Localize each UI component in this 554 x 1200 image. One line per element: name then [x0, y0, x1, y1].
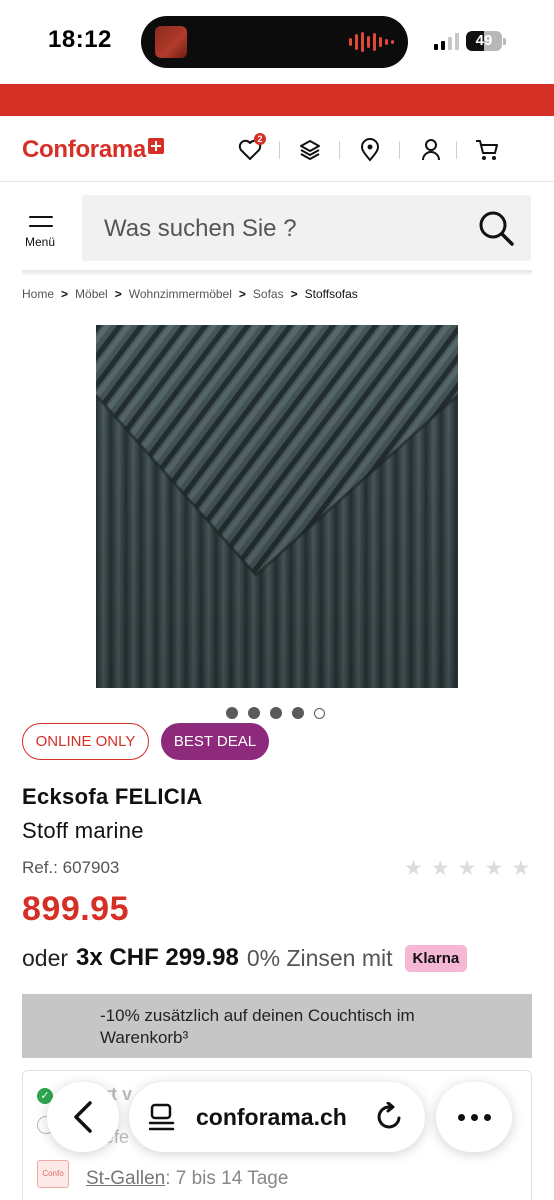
breadcrumb: Home > Möbel > Wohnzimmermöbel > Sofas > Sto… — [22, 287, 358, 301]
cart-icon — [476, 140, 498, 160]
now-playing-thumbnail — [155, 26, 187, 58]
cellular-signal-icon — [434, 32, 459, 50]
chevron-left-icon — [74, 1101, 92, 1133]
store-icon: Confo — [37, 1160, 69, 1188]
breadcrumb-item-sofas[interactable]: Sofas — [253, 287, 284, 301]
status-time: 18:12 — [48, 26, 112, 53]
url-text: conforama.ch — [196, 1104, 347, 1130]
carousel-dot[interactable] — [226, 707, 238, 719]
logo-text: Conforama — [22, 136, 146, 163]
page-menu-icon[interactable] — [149, 1103, 175, 1131]
store-delivery-time: : 7 bis 14 Tage — [165, 1168, 289, 1189]
battery-icon: 49 — [466, 31, 502, 51]
breadcrumb-item-home[interactable]: Home — [22, 287, 54, 301]
audio-wave-icon — [349, 32, 394, 52]
battery-cap — [503, 38, 506, 45]
chevron-right-icon: > — [114, 287, 122, 301]
star-icon: ★ — [404, 857, 423, 880]
swiss-cross-icon — [147, 138, 164, 154]
chevron-right-icon: > — [238, 287, 246, 301]
carousel-dot[interactable] — [248, 707, 260, 719]
back-button[interactable] — [47, 1082, 119, 1152]
rating-stars[interactable]: ★ ★ ★ ★ ★ — [404, 856, 530, 881]
top-banner — [0, 84, 554, 116]
search-placeholder: Was suchen Sie ? — [104, 215, 297, 242]
installment-amount: 3x CHF 299.98 — [76, 944, 239, 971]
divider — [22, 270, 532, 276]
divider — [279, 141, 280, 159]
best-deal-badge: BEST DEAL — [161, 723, 269, 760]
store-availability: St-Gallen: 7 bis 14 Tage — [86, 1168, 288, 1190]
menu-button[interactable]: Menü — [18, 208, 66, 254]
breadcrumb-item-wohnzimmermoebel[interactable]: Wohnzimmermöbel — [129, 287, 232, 301]
breadcrumb-item-stoffsofas: Stoffsofas — [304, 287, 358, 301]
promo-text: -10% zusätzlich auf deinen Couchtisch im… — [100, 1006, 415, 1047]
menu-label: Menü — [25, 235, 56, 249]
corduroy-fabric-image — [96, 325, 458, 688]
layers-icon — [300, 140, 320, 160]
account-button[interactable] — [417, 136, 445, 164]
breadcrumb-item-moebel[interactable]: Möbel — [75, 287, 108, 301]
star-icon: ★ — [457, 857, 477, 880]
location-pin-icon — [360, 138, 380, 162]
star-icon: ★ — [511, 857, 531, 880]
installment-suffix: 0% Zinsen mit — [246, 944, 393, 971]
installment-prefix: oder — [22, 944, 69, 971]
compare-button[interactable] — [296, 136, 324, 164]
dot — [483, 1113, 491, 1121]
conforama-logo[interactable]: Conforama — [22, 136, 164, 164]
status-bar: 18:12 49 — [0, 0, 554, 84]
product-subtitle: Stoff marine — [22, 818, 144, 843]
cart-button[interactable] — [473, 136, 501, 164]
star-icon: ★ — [484, 857, 504, 880]
dot — [470, 1113, 478, 1121]
search-input[interactable]: Was suchen Sie ? — [82, 195, 531, 261]
wishlist-count-badge: 2 — [254, 133, 266, 145]
divider — [456, 141, 457, 159]
klarna-logo[interactable]: Klarna — [404, 944, 468, 972]
dynamic-island[interactable] — [141, 16, 408, 68]
promo-banner[interactable]: -10% zusätzlich auf deinen Couchtisch im… — [22, 994, 532, 1058]
product-image[interactable] — [96, 325, 458, 688]
reload-icon[interactable] — [375, 1102, 405, 1132]
carousel-dot[interactable] — [270, 707, 282, 719]
store-name-link[interactable]: St-Gallen — [86, 1168, 165, 1189]
site-header: Conforama 2 — [0, 116, 554, 182]
carousel-dot[interactable] — [314, 707, 325, 719]
divider — [399, 141, 400, 159]
store-locator-button[interactable] — [356, 136, 384, 164]
hamburger-icon — [29, 216, 53, 234]
search-icon[interactable] — [477, 209, 515, 247]
divider — [339, 141, 340, 159]
installment-info: oder 3x CHF 299.98 0% Zinsen mit Klarna — [22, 944, 468, 972]
star-icon: ★ — [430, 857, 450, 880]
online-only-badge: ONLINE ONLY — [22, 723, 149, 760]
product-title: Ecksofa FELICIA — [22, 784, 203, 809]
chevron-right-icon: > — [61, 287, 69, 301]
carousel-indicators[interactable] — [226, 707, 325, 719]
product-reference: Ref.: 607903 — [22, 858, 120, 877]
address-bar[interactable]: conforama.ch — [129, 1082, 425, 1152]
battery-level: 49 — [475, 32, 493, 49]
carousel-dot[interactable] — [292, 707, 304, 719]
chevron-right-icon: > — [290, 287, 298, 301]
user-icon — [422, 139, 440, 161]
more-options-button[interactable] — [436, 1082, 512, 1152]
product-price: 899.95 — [22, 890, 129, 928]
dot — [457, 1113, 465, 1121]
wishlist-button[interactable]: 2 — [236, 133, 266, 164]
